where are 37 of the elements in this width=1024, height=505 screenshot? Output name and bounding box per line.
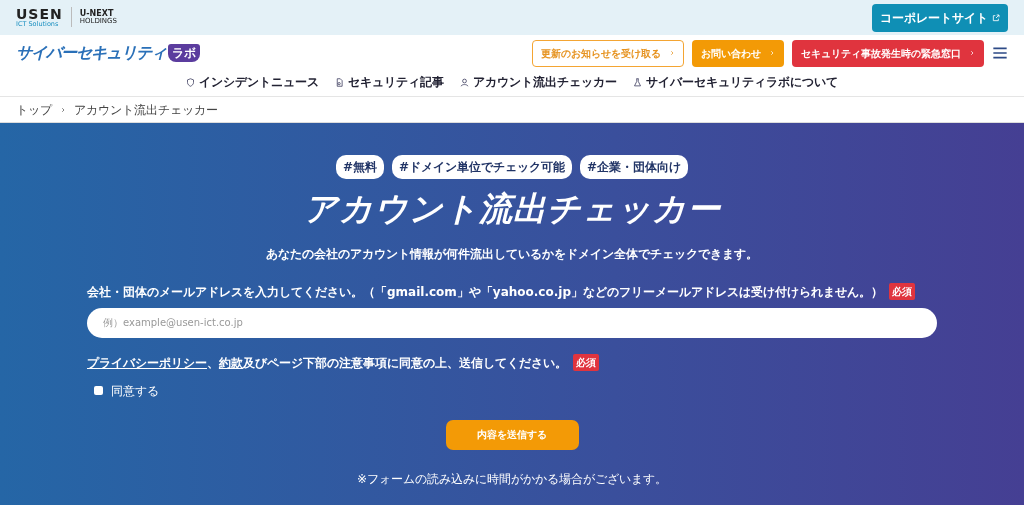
page-title: アカウント流出チェッカー <box>303 189 721 229</box>
nav-link[interactable]: アカウント流出チェッカー <box>460 73 617 91</box>
breadcrumb-item: アカウント流出チェッカー <box>74 101 218 119</box>
privacy-policy-link[interactable]: プライバシーポリシー <box>87 355 207 370</box>
corporate-site-button[interactable]: コーポレートサイト <box>872 3 1008 32</box>
nav-link[interactable]: インシデントニュース <box>186 73 319 91</box>
required-tag: 必須 <box>573 354 599 372</box>
required-tag: 必須 <box>888 283 915 301</box>
company-logo-text: USEN <box>16 6 63 21</box>
consent-text: プライバシーポリシー、約款及びページ下部の注意事項に同意の上、送信してください。 <box>87 354 567 372</box>
nav-link[interactable]: セキュリティ記事 <box>335 73 444 91</box>
breadcrumb-item[interactable]: トップ <box>16 100 52 119</box>
hashtag-label: #ドメイン単位でチェック可能 <box>391 155 573 179</box>
agree-checkbox[interactable] <box>94 386 103 396</box>
shield-icon <box>186 77 195 87</box>
partner-logo-text: U-NEXT <box>79 10 114 18</box>
chevron-right-icon <box>969 50 975 56</box>
notice-text: ※フォームの読み込みに時間がかかる場合がございます。 <box>356 470 668 488</box>
site-logo-text[interactable]: サイバーセキュリティ <box>16 41 166 65</box>
nav-link[interactable]: サイバーセキュリティラボについて <box>633 73 838 91</box>
chevron-right-icon <box>60 106 66 113</box>
chevron-right-icon <box>669 50 675 56</box>
menu-icon[interactable] <box>992 45 1008 61</box>
terms-link[interactable]: 約款 <box>219 355 243 370</box>
site-logo-badge: ラボ <box>168 44 200 62</box>
hashtag-label: #無料 <box>335 155 384 179</box>
document-icon <box>335 77 344 87</box>
flask-icon <box>633 77 642 87</box>
person-icon <box>460 77 469 87</box>
external-link-icon <box>992 13 1000 22</box>
chevron-right-icon <box>769 50 775 56</box>
lead-text: あなたの会社のアカウント情報が何件流出しているかをドメイン全体でチェックできます。 <box>266 245 758 263</box>
field-label: 会社・団体のメールアドレスを入力してください。（「gmail.com」や「yahoo.co.jp」などのフリーメールアドレスは受け付けられません。） <box>87 283 883 301</box>
header-button[interactable]: セキュリティ事故発生時の緊急窓口 <box>792 39 984 67</box>
email-input-field[interactable]: 例）example@usen-ict.co.jp <box>87 307 937 338</box>
checkbox-label: 同意する <box>111 382 159 400</box>
hashtag-label: #企業・団体向け <box>580 155 689 179</box>
